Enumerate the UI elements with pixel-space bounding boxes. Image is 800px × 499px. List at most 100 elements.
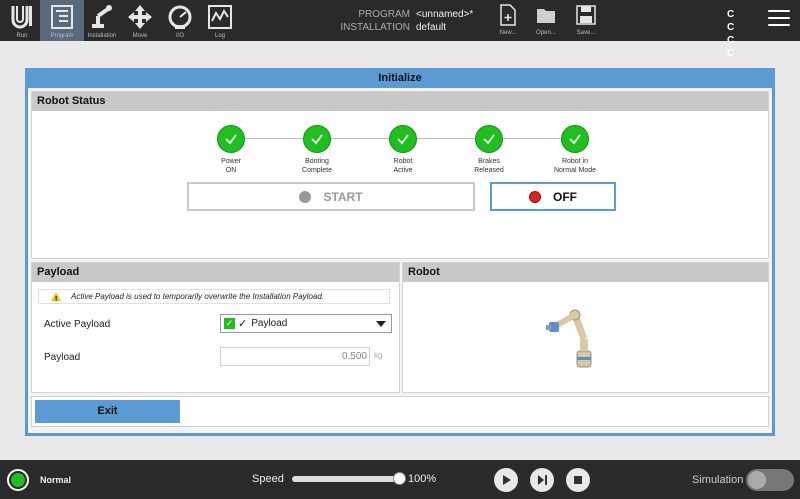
robot-status-panel: Robot Status Power ON Booting Complete Rob… [31,91,769,259]
ur-logo-icon [11,6,32,29]
off-indicator-icon [529,190,541,203]
nav-move-button[interactable]: Move [118,0,162,41]
nav-program-label: Program [50,33,74,39]
toggle-knob [748,471,766,489]
save-button[interactable]: Save... [566,0,606,41]
speed-slider[interactable] [292,476,400,482]
robot-3d-view [546,309,592,368]
new-button[interactable]: New... [488,0,528,41]
nav-log-label: Log [214,33,225,39]
step-robot-active: Robot Active [363,125,443,175]
active-payload-select[interactable]: ✓ ✓ Payload [220,314,392,333]
step-booting-complete: Booting Complete [277,125,357,175]
checkmark-icon: ✓ [238,318,248,330]
step-label: Robot in [561,158,589,165]
open-label: Open... [536,30,556,36]
top-toolbar: Run Program Installation Move I/O Log PR… [0,0,800,59]
off-button[interactable]: OFF [490,182,616,211]
dropdown-arrow-icon [376,321,386,327]
io-gauge-icon [168,5,192,29]
move-arrows-icon [128,5,152,29]
stop-button[interactable] [566,468,590,492]
step-sublabel: Complete [302,167,332,174]
step-button[interactable] [530,468,554,492]
step-sublabel: ON [225,167,237,174]
bottom-toolbar: Normal Speed 100% Simulation [0,460,800,499]
payload-label: Payload [44,352,81,363]
active-payload-label: Active Payload [44,319,111,330]
nav-log-button[interactable]: Log [198,0,242,41]
step-sublabel: Released [474,167,504,174]
folder-icon [537,9,555,23]
dialog-footer: Exit [31,396,769,427]
open-button[interactable]: Open... [526,0,566,41]
robot-status-heading: Robot Status [32,92,768,111]
robot-heading: Robot [403,263,768,282]
save-label: Save... [576,30,596,36]
robot-status-text: Normal [40,475,72,485]
robot-panel: Robot [402,262,769,393]
robot-arm-icon [92,5,112,28]
step-brakes-released: Brakes Released [449,125,529,175]
nav-run-label: Run [16,33,28,39]
nav-run-button[interactable]: Run [0,0,44,41]
check-icon [217,125,245,153]
nav-program-button[interactable]: Program [40,0,84,41]
start-indicator-icon [299,190,312,203]
initialize-dialog: Initialize Robot Status Power ON Booting C… [25,68,775,436]
step-label: Brakes [478,158,500,165]
payload-unit: kg [374,351,383,360]
installation-name: default [416,22,447,33]
step-label: Booting [305,158,329,165]
program-key: PROGRAM [358,9,410,20]
simulation-toggle[interactable] [746,469,794,491]
dialog-body: Robot Status Power ON Booting Complete Rob… [28,88,772,433]
payload-heading: Payload [32,263,399,282]
log-chart-icon [208,5,232,29]
speed-value: 100% [408,473,437,485]
step-power-on: Power ON [191,125,271,175]
play-button[interactable] [494,468,518,492]
step-label: Power [221,158,241,165]
check-icon [389,125,417,153]
exit-button[interactable]: Exit [35,400,180,423]
step-label: Robot [393,158,413,165]
payload-note: Active Payload is used to temporarily ov… [38,289,390,306]
stop-icon [574,476,582,484]
payload-note-text: Active Payload is used to temporarily ov… [71,292,325,301]
cc-top: C C [727,9,740,33]
program-name: <unnamed>* [416,9,474,20]
step-sublabel: Active [393,167,413,174]
new-file-icon [500,4,516,26]
start-label: START [323,189,363,204]
dialog-title: Initialize [378,72,422,84]
step-forward-icon [538,475,547,485]
step-sublabel: Normal Mode [553,167,596,174]
speed-label: Speed [252,473,284,485]
warning-icon [51,292,61,306]
nav-move-label: Move [132,33,148,39]
save-icon [576,5,596,25]
connection-status: C C C C [727,8,753,60]
installation-key: INSTALLATION [340,22,410,33]
hamburger-menu-icon[interactable] [768,10,790,28]
program-info: PROGRAM <unnamed>* INSTALLATION default [340,8,473,34]
active-payload-value: Payload [251,318,288,329]
check-icon [303,125,331,153]
cc-bottom: C C [727,35,740,59]
payload-input[interactable]: 0.500 [220,347,370,366]
play-icon [503,475,511,485]
robot-status-indicator-icon[interactable] [7,469,29,491]
step-normal-mode: Robot in Normal Mode [535,125,615,175]
off-label: OFF [553,189,577,204]
check-icon [561,125,589,153]
nav-io-button[interactable]: I/O [158,0,202,41]
checkbox-icon: ✓ [224,318,235,329]
start-button[interactable]: START [187,182,475,211]
payload-panel: Payload Active Payload is used to tempor… [31,262,400,393]
simulation-label: Simulation [692,474,744,486]
program-icon [51,5,73,29]
check-icon [475,125,503,153]
speed-slider-thumb[interactable] [393,472,406,485]
nav-io-label: I/O [175,33,184,39]
